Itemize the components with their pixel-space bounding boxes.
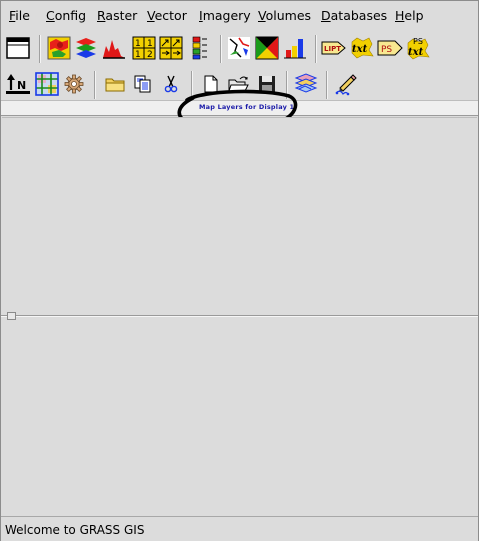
grid-icon[interactable] <box>34 71 60 97</box>
new-file-icon[interactable] <box>198 71 224 97</box>
text-icon[interactable]: txt <box>349 35 375 61</box>
toolbar-separator <box>286 71 288 99</box>
svg-text:PS: PS <box>381 45 392 55</box>
label-text-icon[interactable]: LIPT <box>321 35 347 61</box>
svg-text:2: 2 <box>147 50 153 60</box>
grass-gis-manager-window: File Config Raster Vector Imagery Volume… <box>0 0 479 541</box>
copy-icon[interactable] <box>130 71 156 97</box>
menu-file[interactable]: File <box>9 8 30 24</box>
menu-vector-mnemonic: V <box>147 8 155 23</box>
menu-file-label: ile <box>15 8 30 23</box>
postscript-text-icon[interactable]: PS txt <box>405 35 431 61</box>
menu-raster-label: aster <box>105 8 138 23</box>
gear-icon[interactable] <box>61 71 87 97</box>
raster-arrows-icon[interactable] <box>158 35 184 61</box>
scissors-icon[interactable] <box>158 71 184 97</box>
toolbar-separator <box>315 35 317 63</box>
toolbar-tools: N <box>1 68 478 102</box>
menu-raster[interactable]: Raster <box>97 8 137 24</box>
menu-imagery[interactable]: Imagery <box>199 8 251 24</box>
toolbar-separator <box>220 35 222 63</box>
toolbar-separator <box>191 71 193 99</box>
menu-help-mnemonic: H <box>395 8 405 23</box>
svg-text:PS: PS <box>413 37 423 46</box>
svg-text:1: 1 <box>147 39 153 49</box>
histogram-icon[interactable] <box>101 35 127 61</box>
menu-volumes-mnemonic: V <box>258 8 266 23</box>
toolbar-display: 1112 LIPT txt PS PS txt <box>1 32 478 66</box>
bar-chart-icon[interactable] <box>282 35 308 61</box>
svg-text:1: 1 <box>135 39 141 49</box>
menu-databases-mnemonic: D <box>321 8 331 23</box>
menu-imagery-label: magery <box>202 8 251 23</box>
menu-bar: File Config Raster Vector Imagery Volume… <box>1 1 478 31</box>
menu-databases[interactable]: Databases <box>321 8 387 24</box>
splitter-highlight <box>1 316 478 317</box>
menu-volumes[interactable]: Volumes <box>258 8 311 24</box>
menu-config-label: onfig <box>54 8 87 23</box>
svg-text:txt: txt <box>352 44 368 55</box>
postscript-icon[interactable]: PS <box>377 35 403 61</box>
north-arrow-icon[interactable]: N <box>5 71 31 97</box>
svg-text:txt: txt <box>408 47 424 58</box>
menu-config[interactable]: Config <box>46 8 86 24</box>
pane-splitter[interactable] <box>1 312 478 320</box>
toolbar-separator <box>39 35 41 63</box>
menu-help-label: elp <box>404 8 424 23</box>
legend-icon[interactable] <box>187 35 213 61</box>
layer-tree-pane[interactable] <box>2 117 477 311</box>
menu-config-mnemonic: C <box>46 8 55 23</box>
rgb-layers-icon[interactable] <box>73 35 99 61</box>
menu-databases-label: atabases <box>330 8 388 23</box>
digitize-pencil-icon[interactable] <box>333 71 359 97</box>
layer-tab-strip: Map Layers for Display 1 <box>1 100 478 116</box>
layer-stack-icon[interactable] <box>293 71 319 97</box>
north-arrow-label: N <box>17 79 26 92</box>
raster-map-calculator-icon[interactable]: 1112 <box>131 35 157 61</box>
save-icon[interactable] <box>254 71 280 97</box>
menu-vector[interactable]: Vector <box>147 8 187 24</box>
display-window-icon[interactable] <box>5 35 31 61</box>
raster-map-icon[interactable] <box>46 35 72 61</box>
svg-text:1: 1 <box>135 50 141 60</box>
layer-options-pane[interactable] <box>2 321 477 515</box>
tab-map-layers[interactable]: Map Layers for Display 1 <box>199 103 294 111</box>
status-bar: Welcome to GRASS GIS <box>1 516 478 541</box>
svg-text:LIPT: LIPT <box>324 45 341 53</box>
menu-vector-label: ector <box>154 8 187 23</box>
folder-icon[interactable] <box>102 71 128 97</box>
menu-help[interactable]: Help <box>395 8 424 24</box>
vector-map-icon[interactable] <box>226 35 252 61</box>
thematic-map-icon[interactable] <box>254 35 280 61</box>
toolbar-separator <box>326 71 328 99</box>
toolbar-separator <box>94 71 96 99</box>
status-text: Welcome to GRASS GIS <box>5 523 145 537</box>
sash-handle[interactable] <box>7 312 16 320</box>
open-file-icon[interactable] <box>226 71 252 97</box>
menu-volumes-label: olumes <box>265 8 312 23</box>
